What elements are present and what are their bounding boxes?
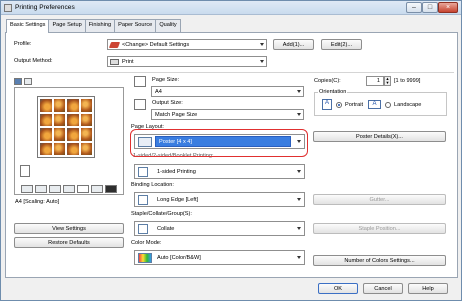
gutter-button[interactable]: Gutter... — [313, 194, 446, 205]
chevron-down-icon — [260, 60, 264, 63]
landscape-icon: A — [368, 100, 381, 109]
portrait-icon: A — [322, 99, 332, 110]
grayscale-icon — [105, 185, 117, 193]
tab-paper-source[interactable]: Paper Source — [114, 19, 157, 32]
printer-icon — [4, 4, 12, 12]
binding-label: Binding Location: — [131, 182, 174, 188]
title-bar: Printing Preferences – □ × — [1, 1, 461, 15]
tab-basic-settings[interactable]: Basic Settings — [6, 19, 50, 33]
staple-position-button[interactable]: Staple Position... — [313, 223, 446, 234]
orientation-label: Orientation — [318, 89, 348, 95]
output-method-value: Print — [122, 58, 134, 65]
chevron-down-icon — [297, 227, 301, 230]
color-icon — [77, 185, 89, 193]
color-palette-icon — [138, 253, 152, 263]
output-size-dropdown[interactable]: Match Page Size — [151, 109, 304, 120]
chevron-down-icon — [260, 43, 264, 46]
profile-value: <Change> Default Settings — [122, 41, 190, 48]
poster-details-button[interactable]: Poster Details(X)... — [313, 131, 446, 142]
printing-preferences-window: Printing Preferences – □ × Basic Setting… — [0, 0, 462, 301]
tab-finishing[interactable]: Finishing — [84, 19, 116, 32]
chevron-down-icon — [297, 170, 301, 173]
duplex-icon — [35, 185, 47, 193]
maximize-button[interactable]: □ — [422, 2, 438, 13]
print-icon — [110, 59, 119, 65]
restore-defaults-button[interactable]: Restore Defaults — [14, 237, 124, 248]
divider — [10, 72, 454, 73]
staple-collate-label: Staple/Collate/Group(S): — [131, 211, 192, 217]
output-size-icon — [134, 99, 146, 110]
portrait-label: Portrait — [345, 102, 364, 108]
output-size-label: Output Size: — [152, 100, 183, 106]
ok-button[interactable]: OK — [318, 283, 358, 294]
view-settings-button[interactable]: View Settings — [14, 223, 124, 234]
poster-preview-image — [37, 96, 95, 158]
color-mode-label: Color Mode: — [131, 240, 162, 246]
staple-collate-dropdown[interactable]: Collate — [134, 221, 305, 236]
help-button[interactable]: Help — [408, 283, 448, 294]
binding-value: Long Edge [Left] — [157, 196, 199, 203]
close-button[interactable]: × — [438, 2, 458, 13]
staple-collate-value: Collate — [157, 225, 175, 232]
color-mode-value: Auto [Color/B&W] — [157, 254, 201, 261]
tab-bar: Basic Settings Page Setup Finishing Pape… — [6, 19, 181, 33]
page-size-dropdown[interactable]: A4 — [151, 86, 304, 97]
color-mode-dropdown[interactable]: Auto [Color/B&W] — [134, 250, 305, 265]
copies-input[interactable]: 1 — [366, 76, 384, 86]
sheet-icon — [138, 167, 148, 177]
collate-icon — [21, 185, 33, 193]
printing-dropdown[interactable]: 1-sided Printing — [134, 164, 305, 179]
copies-value: 1 — [376, 78, 380, 84]
binding-dropdown[interactable]: Long Edge [Left] — [134, 192, 305, 207]
page-size-value: A4 — [155, 88, 162, 95]
copies-label: Copies(C): — [314, 78, 341, 84]
minimize-button[interactable]: – — [406, 2, 422, 13]
edit-profile-button[interactable]: Edit(2)... — [321, 39, 362, 50]
output-method-label: Output Method: — [14, 58, 53, 64]
booklet-icon — [49, 185, 61, 193]
chevron-down-icon — [297, 198, 301, 201]
collate-sheets-icon — [138, 224, 148, 234]
copies-spinner[interactable]: ▲ ▼ — [384, 76, 391, 86]
preview-caption: A4 [Scaling: Auto] — [15, 199, 60, 205]
settings-mode-icon[interactable] — [24, 78, 32, 85]
chevron-down-icon — [297, 113, 301, 116]
tab-page-setup[interactable]: Page Setup — [48, 19, 86, 32]
page-size-icon — [134, 76, 146, 87]
copies-stack-icon — [20, 165, 30, 177]
cancel-button[interactable]: Cancel — [363, 283, 403, 294]
profile-label: Profile: — [14, 41, 32, 47]
pencil-icon — [108, 42, 121, 48]
output-size-value: Match Page Size — [155, 111, 198, 118]
printing-value: 1-sided Printing — [157, 168, 196, 175]
landscape-label: Landscape — [394, 102, 422, 108]
output-method-dropdown[interactable]: Print — [107, 56, 267, 67]
number-of-colors-button[interactable]: Number of Colors Settings... — [313, 255, 446, 266]
portrait-radio[interactable] — [336, 102, 342, 108]
bw-icon — [91, 185, 103, 193]
add-profile-button[interactable]: Add(1)... — [273, 39, 314, 50]
page-size-label: Page Size: — [152, 77, 180, 83]
window-title: Printing Preferences — [15, 4, 75, 11]
chevron-down-icon — [297, 90, 301, 93]
copies-range: [1 to 9999] — [394, 78, 421, 84]
binding-icon — [138, 195, 148, 205]
highlight-box — [130, 129, 308, 157]
staple-icon — [63, 185, 75, 193]
profile-dropdown[interactable]: <Change> Default Settings — [107, 39, 267, 50]
tab-quality[interactable]: Quality — [155, 19, 181, 32]
chevron-down-icon — [297, 256, 301, 259]
preview-mode-icon[interactable] — [14, 78, 22, 85]
landscape-radio[interactable] — [385, 102, 391, 108]
